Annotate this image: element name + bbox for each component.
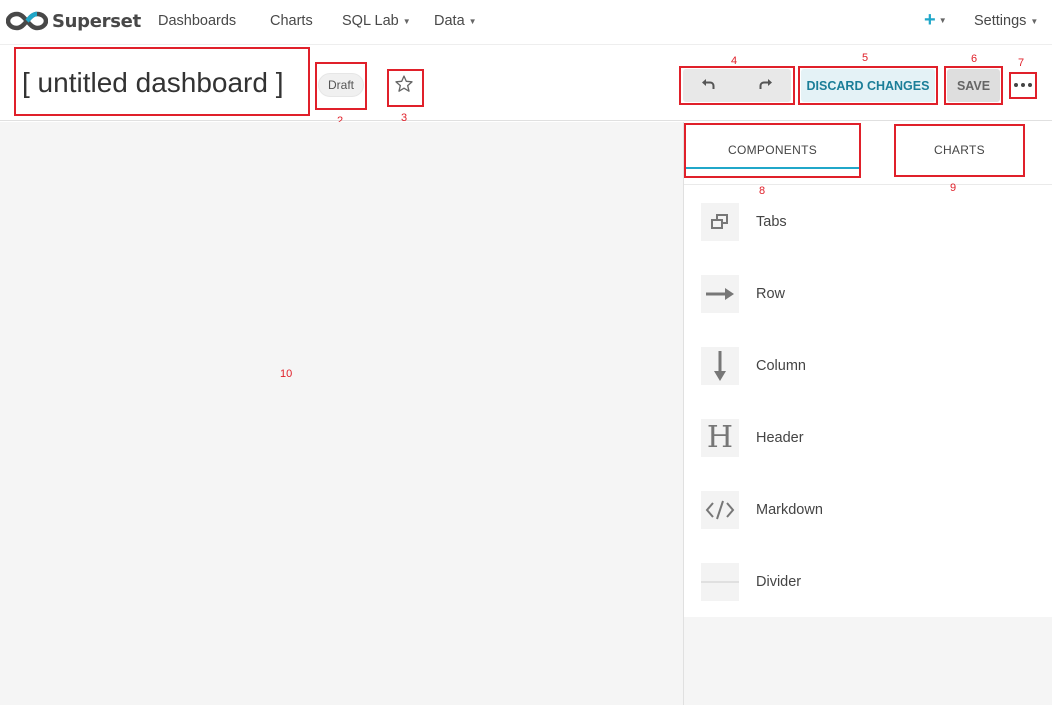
nav-data-label: Data [434,13,465,29]
component-row[interactable]: Row [701,274,1041,314]
components-list: Tabs Row Column H Header Markdown Divide… [684,185,1052,617]
component-header[interactable]: H Header [701,418,1041,458]
component-label: Header [756,430,804,446]
nav-dashboards-label: Dashboards [158,13,237,29]
component-divider[interactable]: Divider [701,562,1041,602]
annotation-label-8: 8 [759,185,766,197]
annotation-box-3 [387,69,424,107]
nav-dashboards[interactable]: Dashboards [158,13,236,29]
annotation-box-2 [315,62,367,110]
chevron-down-icon: ▼ [1030,16,1039,26]
annotation-box-9 [894,124,1025,177]
component-label: Row [756,286,786,302]
component-markdown[interactable]: Markdown [701,490,1041,530]
plus-icon: + [924,9,936,31]
new-item-button[interactable]: + ▼ [924,10,947,30]
component-label: Markdown [756,502,823,518]
top-navigation-bar: Superset Dashboards Charts SQL Lab ▼ Dat… [0,0,1052,45]
annotation-label-9: 9 [950,182,957,194]
superset-logo[interactable]: Superset [6,8,141,34]
component-tabs[interactable]: Tabs [701,202,1041,242]
annotation-box-5 [798,66,938,105]
component-label: Tabs [756,214,787,230]
tabs-icon [701,203,739,241]
annotation-label-7: 7 [1018,57,1025,69]
builder-side-panel: COMPONENTS CHARTS Tabs Row Column H Head… [683,122,1052,705]
annotation-box-1 [14,47,310,116]
header-icon: H [701,419,739,457]
annotation-box-7 [1009,72,1037,99]
annotation-label-6: 6 [971,53,978,65]
row-icon [701,275,739,313]
dashboard-canvas[interactable]: 10 [0,122,683,705]
component-label: Column [756,358,806,374]
superset-logo-icon [6,11,48,31]
annotation-box-4 [679,66,795,105]
nav-data[interactable]: Data ▼ [434,13,477,29]
nav-charts[interactable]: Charts [270,13,313,29]
chevron-down-icon: ▼ [402,16,411,26]
annotation-label-10: 10 [280,368,293,380]
markdown-icon [701,491,739,529]
annotation-box-6 [944,66,1003,105]
annotation-label-5: 5 [862,52,869,64]
nav-charts-label: Charts [270,13,313,29]
nav-sql-lab-label: SQL Lab [342,13,399,29]
divider-icon [701,563,739,601]
nav-sql-lab[interactable]: SQL Lab ▼ [342,13,411,29]
component-label: Divider [756,574,802,590]
chevron-down-icon: ▼ [468,16,477,26]
component-column[interactable]: Column [701,346,1041,386]
brand-name: Superset [52,10,141,32]
nav-settings[interactable]: Settings ▼ [974,13,1038,29]
nav-settings-label: Settings [974,13,1027,29]
annotation-label-4: 4 [731,55,738,67]
column-icon [701,347,739,385]
annotation-box-8 [684,123,861,178]
chevron-down-icon: ▼ [938,15,947,25]
